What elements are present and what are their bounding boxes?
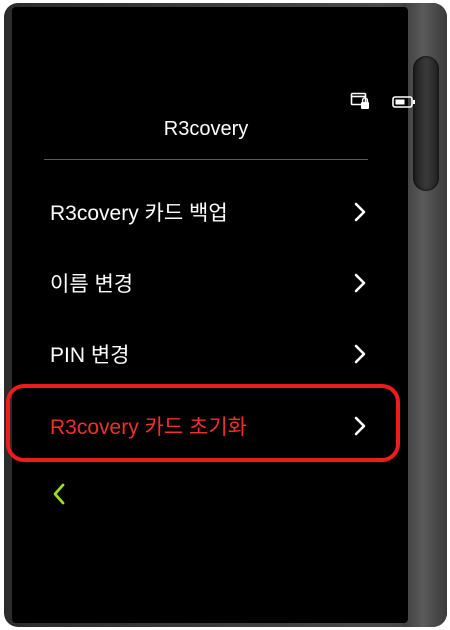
- card-lock-icon: [350, 92, 370, 114]
- status-bar: [350, 92, 416, 114]
- battery-icon: [392, 94, 416, 113]
- menu-item-label: R3covery 카드 백업: [50, 202, 228, 225]
- side-hardware-button[interactable]: [413, 56, 439, 191]
- menu-item-label: 이름 변경: [50, 273, 134, 296]
- chevron-right-icon: [354, 416, 366, 442]
- page-title: R3covery: [163, 118, 249, 140]
- menu-item-change-pin[interactable]: PIN 변경: [16, 326, 388, 382]
- menu-item-card-backup[interactable]: R3covery 카드 백업: [16, 184, 388, 240]
- menu-item-label: PIN 변경: [50, 344, 130, 367]
- menu-item-label: R3covery 카드 초기화: [50, 416, 247, 439]
- chevron-left-icon: [52, 483, 66, 510]
- chevron-right-icon: [354, 344, 366, 370]
- menu-item-rename[interactable]: 이름 변경: [16, 255, 388, 311]
- back-button[interactable]: [52, 482, 74, 508]
- header-divider: [44, 159, 368, 160]
- device-screen: [12, 7, 408, 623]
- menu-item-card-reset[interactable]: R3covery 카드 초기화: [16, 398, 388, 454]
- chevron-right-icon: [354, 202, 366, 228]
- chevron-right-icon: [354, 273, 366, 299]
